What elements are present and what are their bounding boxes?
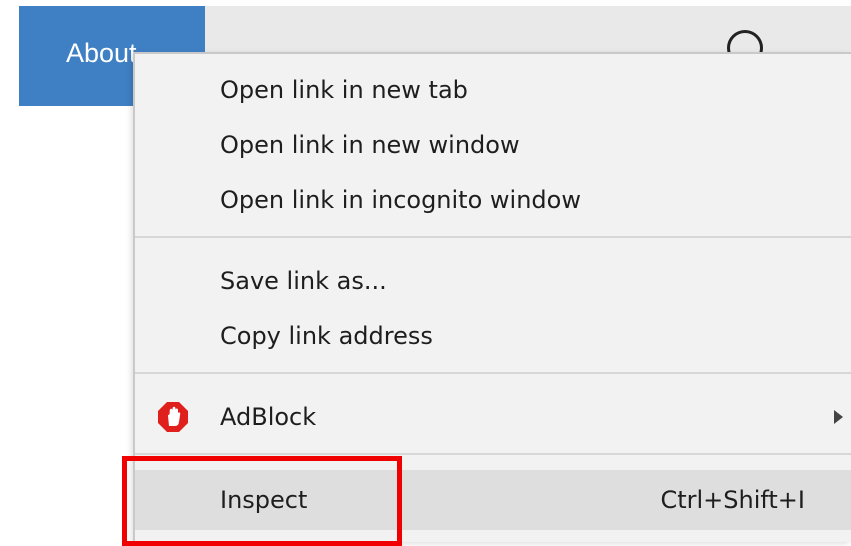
adblock-icon <box>158 402 188 432</box>
context-menu: Open link in new tab Open link in new wi… <box>133 52 851 542</box>
menu-item-save-link-as[interactable]: Save link as... <box>135 254 851 308</box>
menu-item-label: AdBlock <box>220 403 317 431</box>
menu-item-label: Open link in incognito window <box>220 186 581 214</box>
menu-item-open-new-tab[interactable]: Open link in new tab <box>135 63 851 117</box>
menu-item-label: Save link as... <box>220 267 387 295</box>
menu-separator <box>135 372 851 374</box>
chevron-right-icon <box>834 410 843 424</box>
menu-separator <box>135 236 851 238</box>
menu-item-copy-link-address[interactable]: Copy link address <box>135 309 851 363</box>
menu-item-open-new-window[interactable]: Open link in new window <box>135 118 851 172</box>
menu-item-adblock[interactable]: AdBlock <box>135 390 851 444</box>
menu-item-label: Copy link address <box>220 322 433 350</box>
menu-item-label: Open link in new window <box>220 131 520 159</box>
nav-item-about-label: About <box>66 38 137 68</box>
menu-separator <box>135 453 851 455</box>
menu-item-label: Open link in new tab <box>220 76 468 104</box>
menu-item-label: Inspect <box>220 486 308 514</box>
menu-item-open-incognito[interactable]: Open link in incognito window <box>135 173 851 227</box>
menu-item-shortcut: Ctrl+Shift+I <box>660 486 805 514</box>
menu-item-inspect[interactable]: Inspect Ctrl+Shift+I <box>135 470 851 530</box>
